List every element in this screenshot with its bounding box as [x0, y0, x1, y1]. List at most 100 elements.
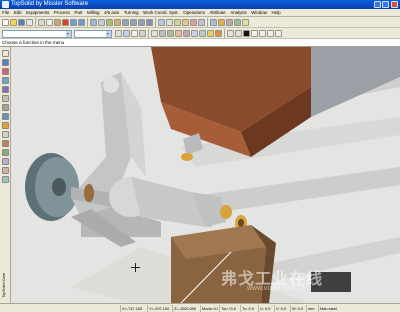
line-style-icon[interactable]: [251, 29, 258, 37]
toolpath-icon[interactable]: [234, 18, 241, 26]
wireframe-icon[interactable]: [166, 18, 173, 26]
contour-icon[interactable]: [2, 158, 9, 165]
style-combo[interactable]: [74, 29, 112, 38]
status-x: X=-747.100: [120, 305, 143, 312]
mill-icon[interactable]: [2, 122, 9, 129]
close-button[interactable]: [391, 1, 398, 8]
circle-icon[interactable]: [131, 29, 138, 37]
verify-icon[interactable]: [2, 176, 9, 183]
rotate-view-icon[interactable]: [114, 18, 121, 26]
drill-icon[interactable]: [2, 131, 9, 138]
turn-icon[interactable]: [2, 140, 9, 147]
attribute-toolbar: [0, 28, 400, 39]
machine-icon[interactable]: [210, 18, 217, 26]
shape-icon[interactable]: [2, 68, 9, 75]
menu-4-5-axis[interactable]: 4/5 axis: [102, 9, 122, 17]
redo-icon[interactable]: [78, 18, 85, 26]
side-tab-label[interactable]: TopSolid Cam: [1, 273, 10, 298]
shading-icon[interactable]: [158, 18, 165, 26]
menu-milling[interactable]: Milling: [85, 9, 102, 17]
toolbar-separator: [207, 18, 208, 27]
curve-icon[interactable]: [139, 29, 146, 37]
pocket-icon[interactable]: [2, 149, 9, 156]
simulation-icon[interactable]: [182, 18, 189, 26]
prompt-line: Choose a function in the menu: [0, 39, 400, 47]
grid-icon[interactable]: [175, 29, 182, 37]
3d-viewport[interactable]: 弗戈工业在线 www.vogel.com.cn: [11, 47, 400, 303]
zoom-window-icon[interactable]: [98, 18, 105, 26]
marker-icon[interactable]: [275, 29, 282, 37]
brush-icon[interactable]: [215, 29, 222, 37]
sphere-icon[interactable]: [2, 59, 9, 66]
pan-icon[interactable]: [106, 18, 113, 26]
view-iso-icon[interactable]: [146, 18, 153, 26]
help-icon[interactable]: [242, 18, 249, 26]
menu-part[interactable]: Part: [72, 9, 85, 17]
menu-help[interactable]: Help: [269, 9, 283, 17]
menu-turning[interactable]: Turning: [122, 9, 141, 17]
paste-icon[interactable]: [54, 18, 61, 26]
snap-icon[interactable]: [167, 29, 174, 37]
layer-combo[interactable]: [2, 29, 72, 38]
menu-process[interactable]: Process: [52, 9, 72, 17]
menu-operations[interactable]: Operations: [181, 9, 207, 17]
view-right-icon[interactable]: [138, 18, 145, 26]
chevron-down-icon[interactable]: [106, 30, 111, 37]
sketch-icon[interactable]: [2, 95, 9, 102]
line-weight-icon[interactable]: [259, 29, 266, 37]
dimension-icon[interactable]: [159, 29, 166, 37]
cut-icon[interactable]: [38, 18, 45, 26]
menu-window[interactable]: Window: [249, 9, 269, 17]
stock-icon[interactable]: [226, 18, 233, 26]
hide-icon[interactable]: [199, 29, 206, 37]
copy-icon[interactable]: [46, 18, 53, 26]
status-tol: Tol=+3.5: [219, 305, 236, 312]
menu-file[interactable]: File: [0, 9, 12, 17]
open-folder-icon[interactable]: [10, 18, 17, 26]
layers-icon[interactable]: [174, 18, 181, 26]
machine-scene: [11, 47, 400, 303]
thread-icon[interactable]: [2, 167, 9, 174]
window-title: TopSolid by Missler Software: [11, 1, 89, 7]
line-type-icon[interactable]: [227, 29, 234, 37]
line-icon[interactable]: [123, 29, 130, 37]
view-front-icon[interactable]: [130, 18, 137, 26]
undo-icon[interactable]: [70, 18, 77, 26]
highlight-icon[interactable]: [207, 29, 214, 37]
point-style-icon[interactable]: [267, 29, 274, 37]
select-icon[interactable]: [2, 50, 9, 57]
menu-attribute[interactable]: Attribute: [207, 9, 228, 17]
tool-icon[interactable]: [218, 18, 225, 26]
status-y: Y=-297.100: [147, 305, 170, 312]
maximize-button[interactable]: [382, 1, 389, 8]
minimize-button[interactable]: [374, 1, 381, 8]
menu-equipments[interactable]: Equipments: [24, 9, 52, 17]
menu-analysis[interactable]: Analysis: [228, 9, 249, 17]
color-black-icon[interactable]: [243, 29, 250, 37]
delete-icon[interactable]: [62, 18, 69, 26]
mill-cutter: [181, 153, 193, 161]
extrude-icon[interactable]: [2, 86, 9, 93]
surface-icon[interactable]: [2, 77, 9, 84]
arrow-icon[interactable]: [235, 29, 242, 37]
point-icon[interactable]: [115, 29, 122, 37]
menu-work-coord-syst[interactable]: Work Coord. Syst.: [141, 9, 181, 17]
new-document-icon[interactable]: [2, 18, 9, 26]
toolbar-separator: [155, 18, 156, 27]
status-z: Z=-1000.000: [172, 305, 197, 312]
save-icon[interactable]: [18, 18, 25, 26]
toolbar-separator: [224, 29, 225, 38]
print-icon[interactable]: [26, 18, 33, 26]
menu-edit[interactable]: Edit: [12, 9, 24, 17]
assembly-icon[interactable]: [2, 104, 9, 111]
measure-icon[interactable]: [190, 18, 197, 26]
brass-fitting-bore: [238, 219, 244, 227]
color-palette-icon[interactable]: [191, 29, 198, 37]
chevron-down-icon[interactable]: [66, 30, 71, 37]
view-top-icon[interactable]: [122, 18, 129, 26]
frame-icon[interactable]: [183, 29, 190, 37]
zoom-icon[interactable]: [90, 18, 97, 26]
properties-icon[interactable]: [198, 18, 205, 26]
cylinder-icon[interactable]: [2, 113, 9, 120]
text-icon[interactable]: [151, 29, 158, 37]
